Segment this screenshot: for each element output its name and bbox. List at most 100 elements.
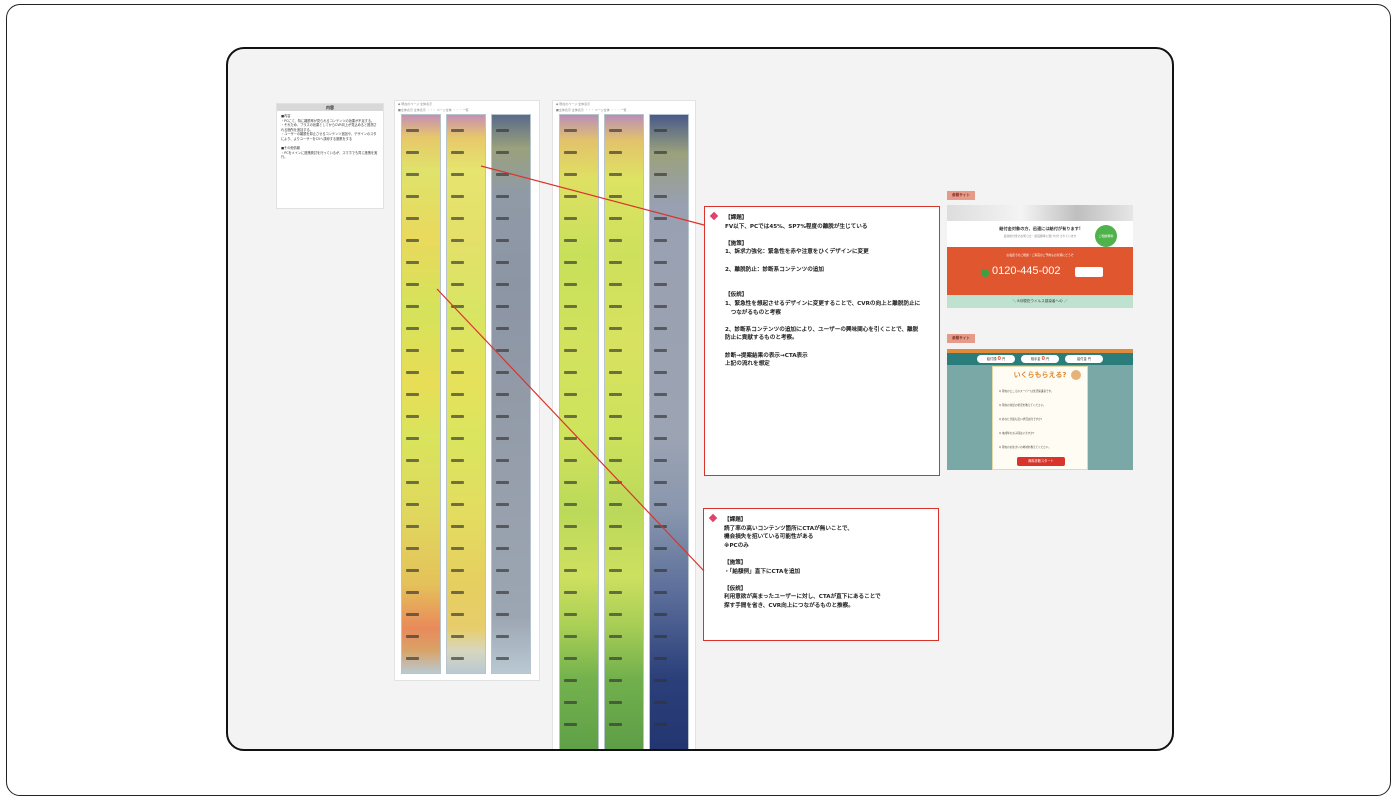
heatmap-strip-3[interactable] (649, 114, 689, 749)
heatmap-content-mark (653, 327, 667, 330)
heatmap-content-mark (563, 503, 577, 506)
note-line (725, 283, 931, 292)
heatmap-panel-proposal[interactable]: ◆ 現在のページ 全体表示 ■全体表示 全体表示 ・・・ ページ全体 ・・・ 一… (552, 100, 696, 749)
heatmap-strip-1[interactable] (401, 114, 441, 674)
heatmap-content-mark (405, 327, 419, 330)
ref1-badge: ご相談無料 (1095, 225, 1117, 247)
heatmap-content-mark (495, 195, 509, 198)
heatmap-content-mark (653, 151, 667, 154)
note-line: 【仮説】 (724, 585, 747, 592)
ref2-stat-1-unit: 円 (1001, 357, 1006, 361)
heatmap-content-mark (405, 569, 419, 572)
heatmap-content-mark (450, 481, 464, 484)
heatmap-content-mark (450, 173, 464, 176)
heatmap-content-mark (450, 327, 464, 330)
heatmap-content-mark (563, 635, 577, 638)
note-line: ・「給額例」直下にCTAを追加 (724, 568, 801, 575)
heatmap-content-mark (450, 503, 464, 506)
heatmap-content-mark (450, 129, 464, 132)
heatmap-content-mark (405, 239, 419, 242)
ref2-stat-3-label: 給付金 (1077, 357, 1088, 361)
ref2-start-button[interactable]: 無料診断スタート (1017, 457, 1065, 466)
heatmap-content-mark (608, 393, 622, 396)
note-line: 1、緊急性を想起させるデザインに変更することで、CVRの向上と離脱防止に (725, 300, 921, 307)
heatmap-content-mark (653, 371, 667, 374)
heatmap-content-mark (653, 459, 667, 462)
heatmap-content-mark (495, 657, 509, 660)
heatmap-content-mark (450, 371, 464, 374)
heatmap-content-mark (450, 239, 464, 242)
heatmap-content-mark (608, 195, 622, 198)
heatmap-strip-3[interactable] (491, 114, 531, 674)
ref-site-screenshot-2[interactable]: 給付額 0 円 相手金 0 円 給付金 円 いくらもらえる? Q 現在のところの… (947, 349, 1133, 470)
heatmap-content-mark (405, 525, 419, 528)
heatmap-content-mark (563, 173, 577, 176)
heatmap-content-mark (563, 239, 577, 242)
heatmap-content-mark (450, 591, 464, 594)
heatmap-content-mark (405, 349, 419, 352)
heatmap-content-mark (405, 393, 419, 396)
ref-site-screenshot-1[interactable]: 給付金対象の方、迅速には給付が有ります! 最新給付金のお知らせ・最短簡単に受け付… (947, 205, 1133, 308)
heatmap-panel-current[interactable]: ◆ 現在のページ 全体表示 ■全体表示 全体表示 ・・・ ページ全体 ・・・ 一… (394, 100, 540, 681)
heatmap-content-mark (405, 635, 419, 638)
ref2-stat-2: 相手金 0 円 (1021, 355, 1059, 363)
ref2-stat-3-unit: 円 (1087, 357, 1091, 361)
heatmap-content-mark (653, 525, 667, 528)
ref-site-label: 参照サイト (947, 191, 975, 200)
note-line: 2、診断系コンテンツの追加により、ユーザーの興味関心を引くことで、離脱 (725, 326, 919, 333)
heatmap-content-mark (405, 371, 419, 374)
heatmap-subheader: ■全体表示 全体表示 ・・・ ページ全体 ・・・ 一覧 (556, 108, 627, 112)
ref2-question: Q 未成年のお子様はいますか? (999, 432, 1035, 435)
heatmap-content-mark (653, 239, 667, 242)
heatmap-content-mark (653, 393, 667, 396)
ref2-stat-3: 給付金 円 (1065, 355, 1103, 363)
note-card-issue-fv[interactable]: 【課題】 FV以下、PCでは45%、SP7%程度の離脱が生じている 【施策】 1… (704, 206, 940, 476)
heatmap-content-mark (405, 261, 419, 264)
ref1-hero (947, 205, 1133, 221)
note-line: ※PCのみ (724, 542, 749, 549)
heatmap-content-mark (450, 657, 464, 660)
note-line (725, 317, 931, 326)
heatmap-content-mark (495, 415, 509, 418)
heatmap-content-mark (563, 723, 577, 726)
heatmap-content-mark (563, 261, 577, 264)
heatmap-content-mark (450, 613, 464, 616)
ref1-cta-box (1075, 267, 1103, 277)
heatmap-content-mark (653, 129, 667, 132)
heatmap-content-mark (608, 261, 622, 264)
heatmap-content-mark (653, 437, 667, 440)
heatmap-content-mark (563, 525, 577, 528)
phone-icon (981, 269, 989, 277)
heatmap-content-mark (405, 415, 419, 418)
ref2-stat-2-value: 0 (1041, 356, 1045, 362)
canvas-board: 内容 ■内容 ・PCにて、特に離脱率が見られるコンテンツの効果が不足する。 ・そ… (226, 47, 1174, 751)
heatmap-content-mark (563, 195, 577, 198)
ref2-stat-2-unit: 円 (1045, 357, 1050, 361)
heatmap-strip-2[interactable] (604, 114, 644, 749)
heatmap-content-mark (653, 217, 667, 220)
note-card-issue-cta[interactable]: 【課題】 読了率の高いコンテンツ箇所にCTAが無いことで、 機会損失を招いている… (703, 508, 939, 641)
heatmap-content-mark (405, 283, 419, 286)
heatmap-content-mark (563, 459, 577, 462)
heatmap-content-mark (608, 679, 622, 682)
note-line: 1、訴求力強化：緊急性を赤や注意をひくデザインに変更 (725, 249, 869, 256)
heatmap-content-mark (653, 195, 667, 198)
ref1-footer-strip: ＼ 8月現在ウイルス感染者への ／ (947, 295, 1133, 308)
memo-card[interactable]: 内容 ■内容 ・PCにて、特に離脱率が見られるコンテンツの効果が不足する。 ・そ… (276, 103, 384, 209)
ref2-stat-2-label: 相手金 (1030, 357, 1041, 361)
ref1-phone[interactable]: 0120-445-002 (992, 265, 1061, 277)
diamond-icon (708, 513, 718, 523)
note-line: 【施策】 (724, 559, 747, 566)
heatmap-content-mark (608, 547, 622, 550)
heatmap-content-mark (563, 151, 577, 154)
heatmap-content-mark (495, 129, 509, 132)
heatmap-strip-1[interactable] (559, 114, 599, 749)
heatmap-content-mark (653, 261, 667, 264)
heatmap-content-mark (495, 635, 509, 638)
heatmap-content-mark (495, 349, 509, 352)
heatmap-content-mark (450, 283, 464, 286)
heatmap-content-mark (563, 701, 577, 704)
heatmap-content-mark (563, 327, 577, 330)
heatmap-strip-2[interactable] (446, 114, 486, 674)
heatmap-content-mark (608, 129, 622, 132)
